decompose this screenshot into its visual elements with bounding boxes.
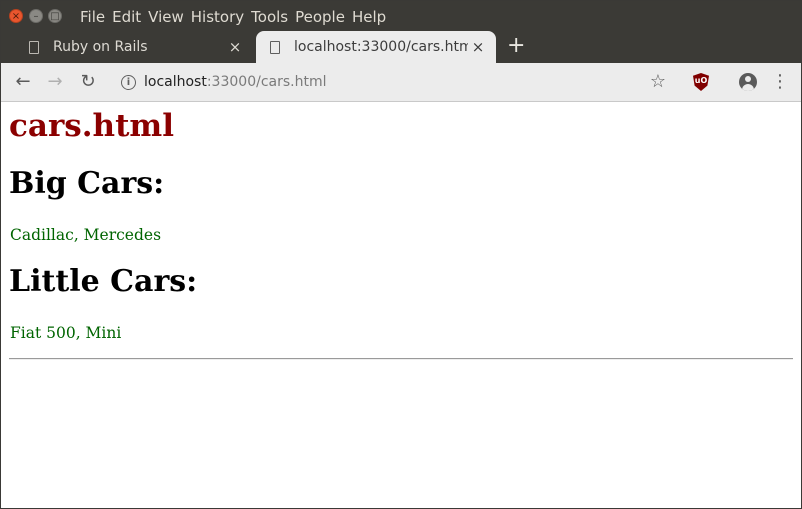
- menu-help[interactable]: Help: [352, 8, 386, 26]
- little-cars-list: Fiat 500, Mini: [10, 324, 122, 342]
- little-cars-heading: Little Cars:: [9, 264, 198, 299]
- menu-history[interactable]: History: [191, 8, 244, 26]
- new-tab-button[interactable]: +: [507, 33, 525, 59]
- browser-toolbar: ← → ↻ i localhost:33000/cars.html ☆ uO ⋮: [1, 63, 801, 102]
- menu-tools[interactable]: Tools: [251, 8, 288, 26]
- info-icon[interactable]: i: [121, 75, 136, 90]
- reload-icon[interactable]: ↻: [77, 71, 99, 93]
- bookmark-star-icon[interactable]: ☆: [647, 71, 669, 93]
- account-icon[interactable]: [739, 73, 757, 91]
- tab-cars-html[interactable]: localhost:33000/cars.html ×: [256, 31, 496, 63]
- page-title: cars.html: [9, 108, 174, 144]
- url-path: :33000/cars.html: [206, 74, 327, 90]
- menu-people[interactable]: People: [295, 8, 345, 26]
- window-maximize-button[interactable]: □: [48, 9, 62, 23]
- menu-view[interactable]: View: [148, 8, 184, 26]
- big-cars-list: Cadillac, Mercedes: [10, 226, 162, 244]
- window-minimize-button[interactable]: –: [29, 9, 43, 23]
- window-close-button[interactable]: ×: [9, 9, 23, 23]
- tab-title: localhost:33000/cars.html: [294, 39, 468, 55]
- menu-file[interactable]: File: [80, 8, 105, 26]
- tab-title: Ruby on Rails: [53, 39, 148, 55]
- back-icon[interactable]: ←: [12, 71, 34, 93]
- page-content: cars.html Big Cars: Cadillac, Mercedes L…: [1, 102, 801, 508]
- forward-icon[interactable]: →: [44, 71, 66, 93]
- url-text[interactable]: localhost:33000/cars.html: [144, 67, 326, 97]
- tab-close-icon[interactable]: ×: [225, 38, 245, 56]
- browser-window: × – □ File Edit View History Tools Peopl…: [0, 0, 802, 509]
- tab-strip: Ruby on Rails × localhost:33000/cars.htm…: [1, 31, 801, 63]
- tab-close-icon[interactable]: ×: [468, 38, 488, 56]
- menu-edit[interactable]: Edit: [112, 8, 141, 26]
- menu-bar: File Edit View History Tools People Help: [80, 8, 393, 26]
- url-host: localhost: [144, 74, 207, 90]
- big-cars-heading: Big Cars:: [9, 166, 165, 201]
- document-icon: [29, 40, 39, 54]
- ublock-extension-icon[interactable]: uO: [693, 73, 709, 91]
- address-bar[interactable]: i localhost:33000/cars.html: [113, 67, 678, 97]
- title-bar: × – □ File Edit View History Tools Peopl…: [1, 1, 801, 31]
- document-icon: [270, 40, 280, 54]
- horizontal-rule: [9, 358, 793, 360]
- menu-kebab-icon[interactable]: ⋮: [769, 71, 791, 93]
- tab-ruby-on-rails[interactable]: Ruby on Rails ×: [13, 31, 253, 63]
